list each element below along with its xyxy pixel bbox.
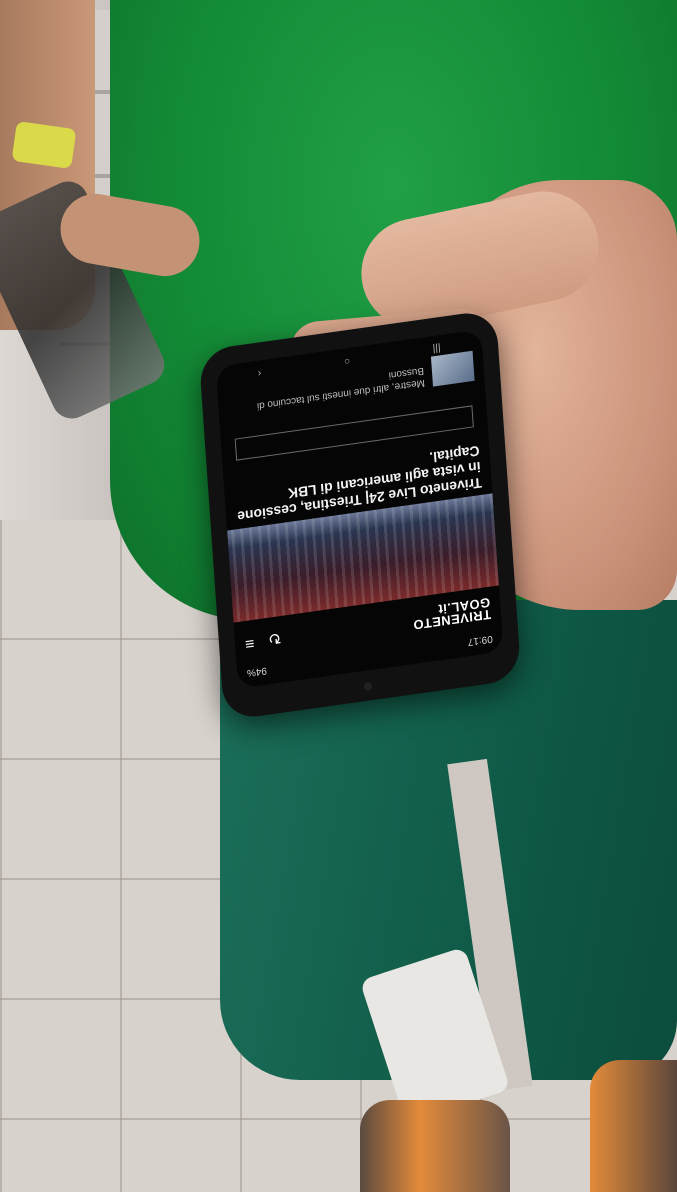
- site-logo[interactable]: TRIVENETO GOAL.it: [412, 595, 492, 633]
- smartphone: 09:17 94% TRIVENETO GOAL.it ↻ ≡ Trivenet…: [198, 309, 522, 721]
- home-icon[interactable]: ○: [343, 352, 351, 367]
- phone-screen: 09:17 94% TRIVENETO GOAL.it ↻ ≡ Trivenet…: [215, 329, 504, 689]
- header-icons: ↻ ≡: [244, 627, 282, 652]
- recent-apps-icon[interactable]: |||: [432, 339, 440, 354]
- back-icon[interactable]: ‹: [257, 364, 262, 378]
- camera-dot: [363, 682, 373, 692]
- yellow-wristband: [11, 121, 77, 169]
- left-shoe: [360, 1100, 510, 1192]
- status-time: 09:17: [467, 633, 494, 648]
- refresh-icon[interactable]: ↻: [267, 627, 282, 649]
- right-shoe: [590, 1060, 677, 1192]
- status-battery: 94%: [246, 664, 268, 679]
- menu-icon[interactable]: ≡: [244, 631, 254, 652]
- article-thumbnail: [431, 350, 475, 387]
